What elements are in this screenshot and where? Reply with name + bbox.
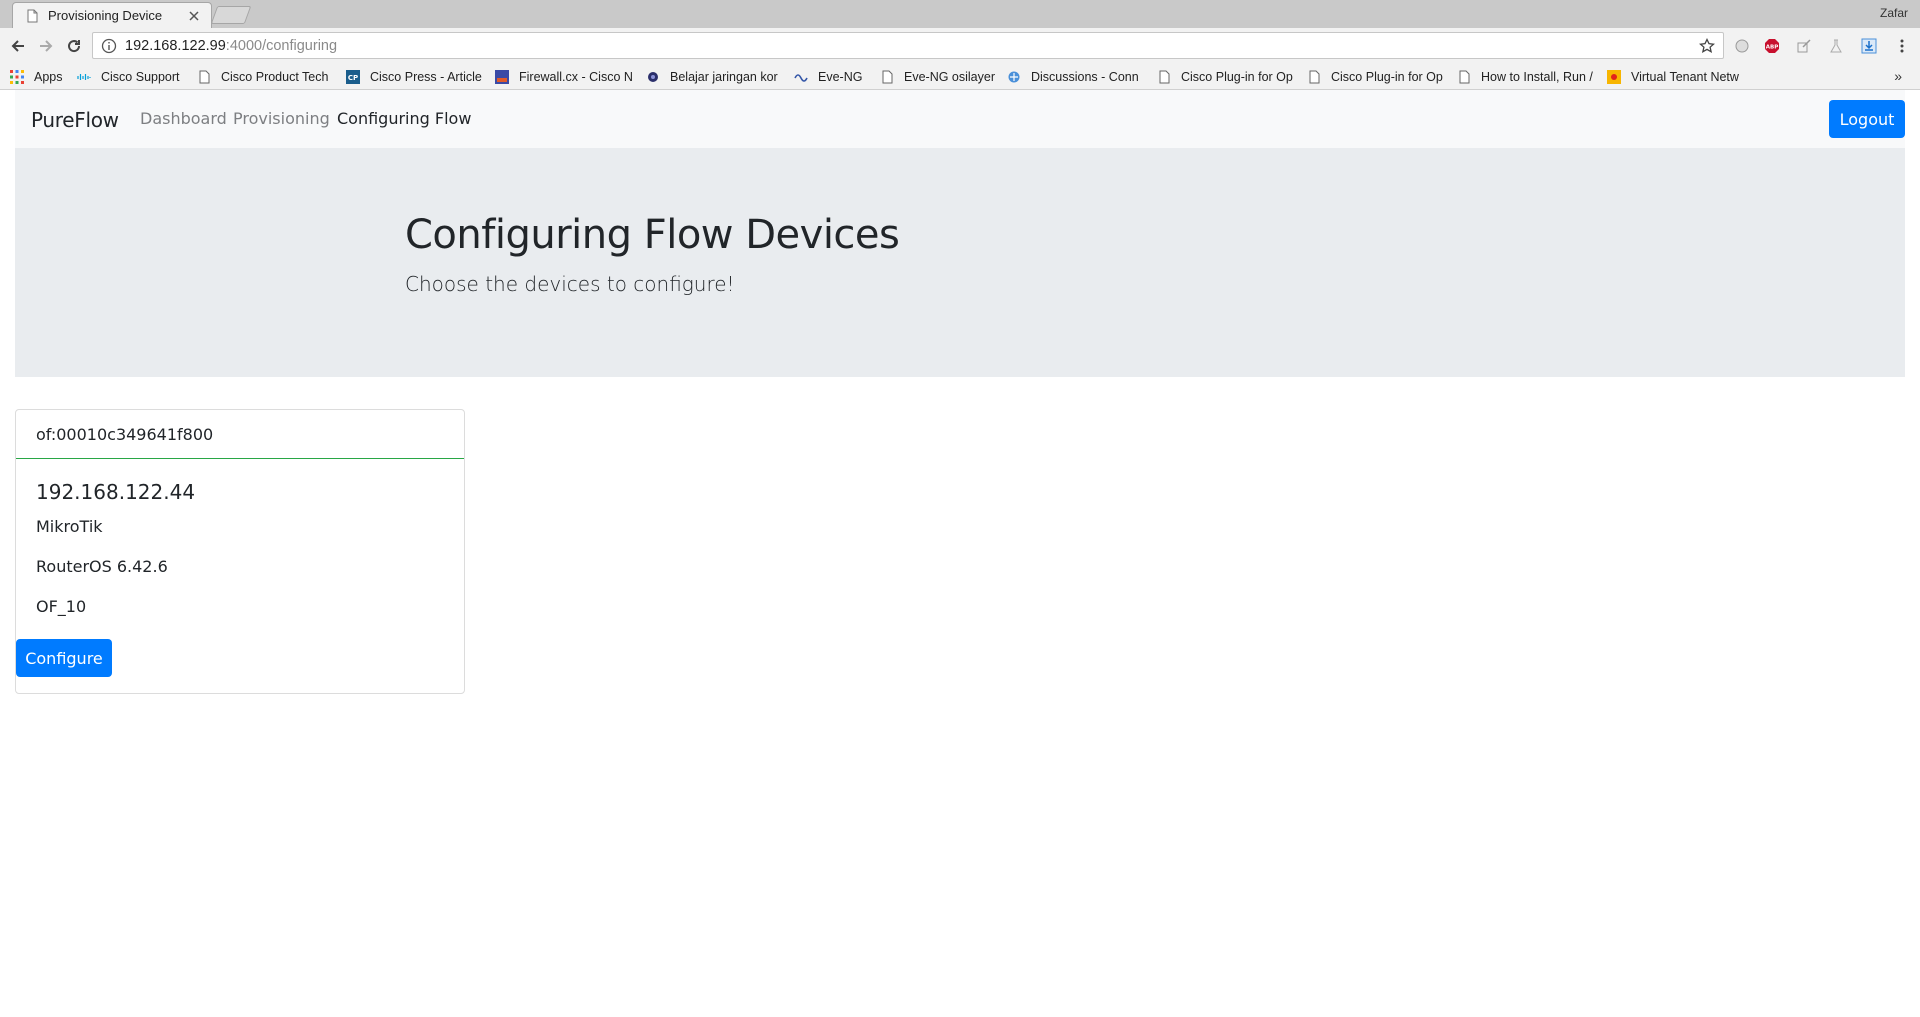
bookmark-item[interactable]: CP Cisco Press - Article [346,69,482,85]
page-icon [1309,70,1320,84]
bookmark-label: Cisco Product Tech [221,70,329,84]
browser-tab[interactable]: Provisioning Device [12,2,212,28]
jumbotron: Configuring Flow Devices Choose the devi… [15,148,1905,377]
download-icon[interactable] [1860,37,1878,55]
browser-toolbar: 192.168.122.99:4000/configuring ABP [0,28,1920,64]
nav-link-provisioning[interactable]: Provisioning [233,109,330,128]
back-icon[interactable] [8,36,28,56]
extension-icon[interactable] [1733,37,1751,55]
bookmark-label: Eve-NG [818,70,863,84]
bookmark-label: Cisco Support [101,70,180,84]
bookmark-star-icon[interactable] [1699,38,1715,54]
profile-name[interactable]: Zafar [1880,6,1908,20]
page-icon [1159,70,1170,84]
device-id: of:00010c349641f800 [16,410,464,459]
vtn-icon [1607,70,1621,84]
eve-icon [794,74,808,82]
adblock-icon[interactable]: ABP [1763,37,1781,55]
bookmark-label: Cisco Plug-in for Op [1181,70,1293,84]
bookmark-item[interactable]: Discussions - Conn [1007,69,1143,85]
cp-icon: CP [346,70,360,84]
bookmark-label: Firewall.cx - Cisco N [519,70,633,84]
bookmark-apps[interactable]: Apps [10,69,63,85]
bookmarks-bar: Apps Cisco Support Cisco Product Tech CP… [0,64,1920,90]
menu-icon[interactable] [1893,37,1911,55]
edit-icon[interactable] [1795,37,1813,55]
firewall-icon [495,70,509,84]
reload-icon[interactable] [64,36,84,56]
tab-title: Provisioning Device [48,8,163,23]
svg-text:CP: CP [348,74,358,82]
bookmark-item[interactable]: Belajar jaringan kor [646,69,780,85]
page-icon [199,70,210,84]
logout-button[interactable]: Logout [1829,100,1905,138]
bookmark-item[interactable]: Eve-NG [794,69,870,85]
navbar-brand[interactable]: PureFlow [31,108,119,132]
bookmark-label: How to Install, Run / [1481,70,1593,84]
device-card: of:00010c349641f800 192.168.122.44 Mikro… [15,409,465,694]
bookmark-item[interactable]: Cisco Plug-in for Op [1307,69,1443,85]
bookmark-item[interactable]: How to Install, Run / [1457,69,1593,85]
bookmark-label: Cisco Plug-in for Op [1331,70,1443,84]
page-icon [1459,70,1470,84]
browser-tabstrip: Provisioning Device Zafar [0,0,1920,28]
close-icon[interactable] [187,9,201,23]
device-ip: 192.168.122.44 [36,480,196,504]
page-icon [27,9,38,22]
bookmark-item[interactable]: Cisco Product Tech [197,69,331,85]
app-navbar: PureFlow Dashboard Provisioning Configur… [15,90,1905,148]
device-protocol: OF_10 [36,597,87,616]
url-path: :4000/configuring [225,37,338,54]
bookmark-label: Cisco Press - Article [370,70,482,84]
cisco-icon [77,74,91,80]
device-software: RouterOS 6.42.6 [36,557,168,576]
bookmark-label: Virtual Tenant Netw [1631,70,1739,84]
bookmark-item[interactable]: Firewall.cx - Cisco N [495,69,633,85]
nav-link-configuring-flow[interactable]: Configuring Flow [337,109,471,128]
globe-icon [648,72,658,82]
bookmarks-overflow-button[interactable]: » [1894,68,1902,84]
bookmark-label: Apps [34,70,63,84]
apps-grid-icon [10,70,24,84]
url-host: 192.168.122.99 [125,37,226,54]
page-title: Configuring Flow Devices [405,212,900,258]
bookmark-label: Discussions - Conn [1031,70,1139,84]
bookmark-item[interactable]: Cisco Plug-in for Op [1157,69,1293,85]
bookmark-label: Eve-NG osilayer [904,70,995,84]
discussions-icon [1008,71,1020,83]
bookmark-item[interactable]: Virtual Tenant Netw [1607,69,1743,85]
flask-icon[interactable] [1827,37,1845,55]
new-tab-button[interactable] [210,6,252,24]
device-manufacturer: MikroTik [36,517,103,536]
page-subtitle: Choose the devices to configure! [405,272,735,296]
info-icon[interactable] [101,38,117,54]
nav-link-dashboard[interactable]: Dashboard [140,109,227,128]
address-bar[interactable]: 192.168.122.99:4000/configuring [92,32,1724,59]
bookmark-label: Belajar jaringan kor [670,70,778,84]
bookmark-item[interactable]: Eve-NG osilayer [880,69,996,85]
forward-icon[interactable] [36,36,56,56]
configure-button[interactable]: Configure [16,639,112,677]
bookmark-item[interactable]: Cisco Support [77,69,185,85]
svg-text:ABP: ABP [1766,45,1778,51]
page-icon [882,70,893,84]
